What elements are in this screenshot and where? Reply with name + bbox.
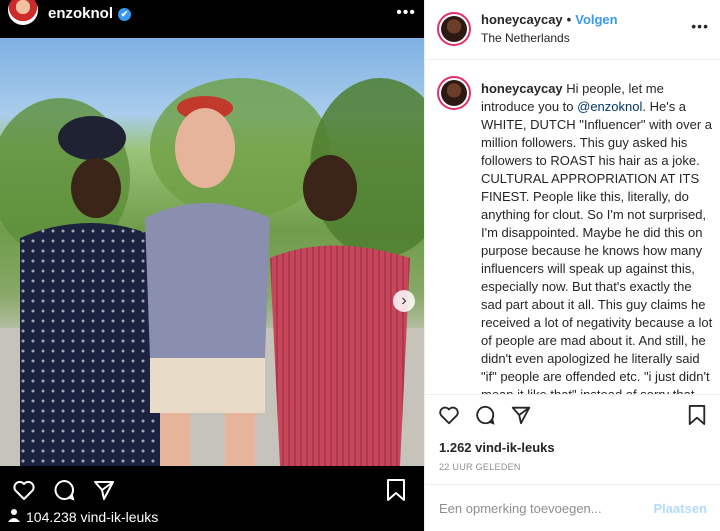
share-icon[interactable]	[90, 476, 118, 504]
likes-count[interactable]: 1.262 vind-ik-leuks	[439, 440, 555, 455]
mention-link[interactable]: @enzoknol	[577, 99, 642, 114]
likes-row[interactable]: 104.238 vind-ik-leuks	[8, 508, 158, 525]
post-action-bar	[0, 470, 424, 510]
avatar[interactable]	[437, 12, 471, 46]
panel-action-bar	[425, 394, 720, 434]
separator-dot: •	[566, 12, 572, 27]
post-photo[interactable]: ›	[0, 38, 424, 466]
caption-block: honeycaycay Hi people, let me introduce …	[425, 72, 720, 394]
more-options-icon[interactable]: •••	[396, 4, 416, 22]
avatar[interactable]	[8, 0, 38, 25]
follow-button[interactable]: Volgen	[575, 12, 617, 27]
comment-icon[interactable]	[473, 403, 497, 427]
header-username-row: honeycaycay • Volgen	[481, 12, 618, 27]
caption-avatar[interactable]	[437, 76, 471, 110]
bookmark-icon[interactable]	[382, 476, 410, 504]
comment-bar: Plaatsen	[425, 484, 720, 531]
share-icon[interactable]	[509, 403, 533, 427]
comment-input[interactable]	[439, 500, 654, 516]
bookmark-icon[interactable]	[685, 403, 709, 427]
username-text[interactable]: enzoknol	[48, 5, 113, 22]
post-header: enzoknol ✔ •••	[0, 0, 424, 26]
more-options-icon[interactable]: •••	[691, 18, 709, 34]
heart-icon[interactable]	[437, 403, 461, 427]
instagram-post-left: enzoknol ✔ ••• › 104.238 vind-ik-leuks	[0, 0, 424, 531]
next-slide-button[interactable]: ›	[393, 290, 415, 312]
post-timestamp[interactable]: 22 UUR GELEDEN	[439, 462, 521, 472]
header-username[interactable]: honeycaycay	[481, 12, 563, 27]
post-comment-button[interactable]: Plaatsen	[654, 501, 707, 516]
caption-username[interactable]: honeycaycay	[481, 81, 563, 96]
photo-illustration	[0, 78, 424, 466]
comments-panel: honeycaycay • Volgen The Netherlands ••• h…	[424, 0, 720, 531]
caption-body-2: . He's a WHITE, DUTCH "Influencer" with …	[481, 99, 713, 394]
location-link[interactable]: The Netherlands	[481, 31, 570, 45]
heart-icon[interactable]	[10, 476, 38, 504]
panel-header: honeycaycay • Volgen The Netherlands •••	[425, 0, 720, 60]
comment-icon[interactable]	[50, 476, 78, 504]
post-username[interactable]: enzoknol ✔	[48, 5, 132, 22]
verified-badge-icon: ✔	[118, 7, 132, 21]
caption-text: honeycaycay Hi people, let me introduce …	[481, 80, 713, 394]
likes-count[interactable]: 104.238 vind-ik-leuks	[26, 509, 158, 525]
person-icon	[8, 508, 20, 525]
